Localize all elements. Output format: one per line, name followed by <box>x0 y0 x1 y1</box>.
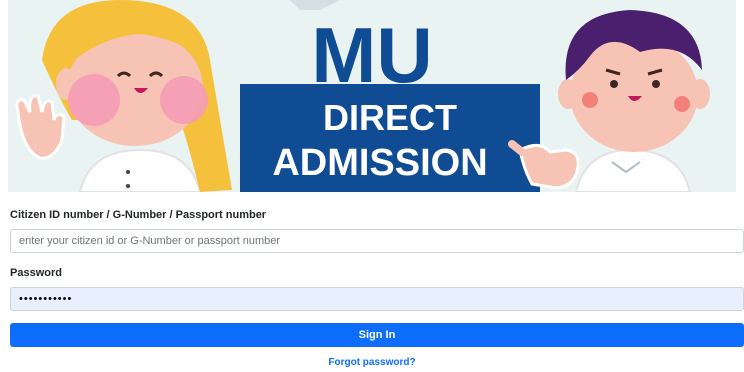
title-mu: MU <box>311 11 432 99</box>
password-label: Password <box>10 267 62 279</box>
password-input[interactable] <box>10 287 744 311</box>
title-direct: DIRECT <box>323 97 457 138</box>
banner: MU DIRECT ADMISSION <box>0 0 744 192</box>
forgot-password-link[interactable]: Forgot password? <box>0 357 744 368</box>
citizen-id-label: Citizen ID number / G-Number / Passport … <box>10 209 267 221</box>
sign-in-button[interactable]: Sign In <box>10 323 744 347</box>
title-admission: ADMISSION <box>272 142 487 184</box>
banner-illustration: MU DIRECT ADMISSION <box>0 0 744 192</box>
citizen-id-input[interactable] <box>10 229 744 253</box>
